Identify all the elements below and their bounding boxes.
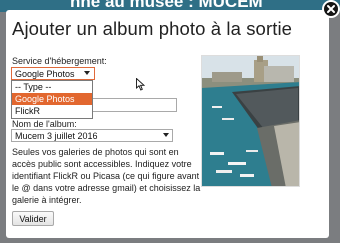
album-preview-image <box>201 55 300 187</box>
mouse-pointer-icon <box>136 78 145 91</box>
chevron-down-icon <box>84 71 90 75</box>
username-input[interactable] <box>92 98 177 112</box>
hosting-service-dropdown: -- Type -- Google Photos FlickR <box>11 80 93 119</box>
dropdown-option-flickr[interactable]: FlickR <box>12 105 92 117</box>
dropdown-option-type[interactable]: -- Type -- <box>12 81 92 93</box>
close-button[interactable] <box>322 0 340 18</box>
modal-title: Ajouter un album photo à la sortie <box>12 18 293 39</box>
album-name-select[interactable]: Mucem 3 juillet 2016 <box>11 129 173 142</box>
help-text: Seules vos galeries de photos qui sont e… <box>12 147 201 205</box>
album-name-label: Nom de l'album: <box>12 119 77 129</box>
hosting-service-label: Service d'hébergement: <box>12 56 107 66</box>
hosting-service-select-value: Google Photos <box>15 69 75 79</box>
add-album-modal: Ajouter un album photo à la sortie Servi… <box>6 10 329 238</box>
dropdown-option-google-photos[interactable]: Google Photos <box>12 93 92 105</box>
validate-button[interactable]: Valider <box>12 211 54 226</box>
album-name-select-value: Mucem 3 juillet 2016 <box>15 131 98 141</box>
chevron-down-icon <box>163 133 169 137</box>
hosting-service-select[interactable]: Google Photos <box>11 67 95 80</box>
validate-button-label: Valider <box>19 213 47 224</box>
close-icon <box>327 5 335 13</box>
